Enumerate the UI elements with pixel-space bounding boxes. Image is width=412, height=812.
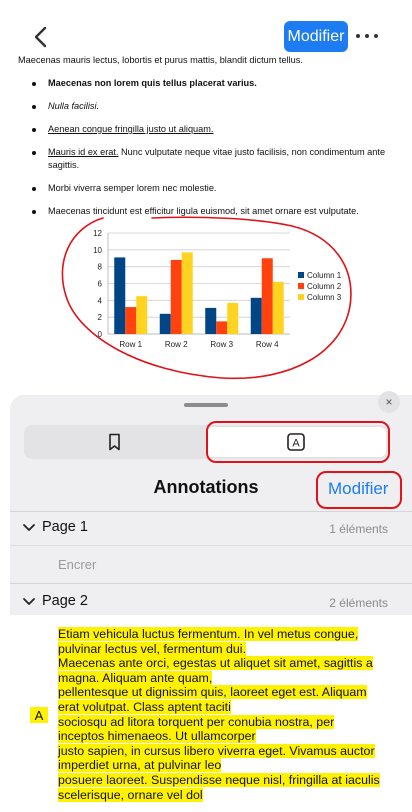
y-tick-label: 10: [93, 246, 102, 255]
doc-bullet-underlined: Mauris id ex erat.: [48, 147, 119, 157]
highlighted-line: magna. Aliquam ante quam,: [58, 670, 213, 685]
doc-bullet-list: Maecenas non lorem quis tellus placerat …: [18, 77, 398, 218]
y-tick-label: 0: [98, 330, 103, 339]
bookmarks-icon: [109, 433, 120, 451]
doc-bullet: Morbi viverra semper lorem nec molestie.: [18, 182, 398, 195]
bar: [205, 307, 217, 334]
close-icon[interactable]: ×: [378, 391, 400, 413]
bar: [114, 257, 126, 334]
document-content: Maecenas mauris lectus, lobortis et puru…: [18, 54, 398, 218]
x-tick-label: Row 3: [210, 340, 233, 349]
back-chevron-icon[interactable]: [30, 24, 52, 50]
top-bar: Modifier: [0, 0, 412, 58]
modify-button[interactable]: Modifier: [284, 21, 348, 52]
highlighted-line: imperdiet urna, at pulvinar leo: [58, 758, 222, 773]
x-tick-label: Row 4: [256, 340, 279, 349]
highlighted-line: posuere laoreet. Suspendisse neque nisl,…: [58, 772, 380, 787]
doc-paragraph: Maecenas mauris lectus, lobortis et puru…: [18, 55, 303, 65]
doc-bullet: Nulla facilisi.: [18, 100, 398, 113]
legend-swatch: [298, 272, 304, 278]
highlighted-line: Etiam vehicula luctus fermentum. In vel …: [58, 627, 359, 641]
page-section-count: 2 éléments: [329, 596, 388, 610]
y-tick-label: 4: [98, 296, 103, 305]
y-tick-label: 12: [93, 229, 102, 238]
doc-bullet: Aenean congue fringilla justo ut aliquam…: [18, 123, 398, 136]
annotation-item-highlight[interactable]: A Etiam vehicula luctus fermentum. In ve…: [10, 615, 412, 812]
doc-bullet: Maecenas non lorem quis tellus placerat …: [18, 77, 398, 90]
highlighted-line: justo sapien, in cursus libero viverra e…: [58, 743, 375, 758]
bar: [250, 297, 262, 334]
tab-bookmarks[interactable]: [24, 425, 206, 459]
bar: [136, 296, 148, 334]
bar: [227, 302, 239, 334]
legend-label: Column 1: [307, 271, 342, 280]
highlighted-line: inceptos himenaeos. Ut ullamcorper: [58, 729, 256, 744]
bar-chart: 0 2 4 6 8 10 12 Row 1 Row 2 Row 3 Row 4 Column 1 Col…: [58, 220, 358, 360]
callout-box-annotations-tab: [206, 421, 390, 463]
highlighted-text: Etiam vehicula luctus fermentum. In vel …: [58, 627, 398, 802]
legend-label: Column 2: [307, 282, 342, 291]
bar: [125, 307, 137, 334]
divider: [10, 511, 412, 512]
bar-chart-svg: 0 2 4 6 8 10 12 Row 1 Row 2 Row 3 Row 4 Column 1 Col…: [93, 229, 342, 349]
doc-bullet: Mauris id ex erat. Nunc vulputate neque …: [18, 146, 398, 172]
page-section-count: 1 éléments: [329, 522, 388, 536]
doc-bullet: Maecenas tincidunt est efficitur ligula …: [18, 205, 398, 218]
legend-label: Column 3: [307, 293, 342, 302]
page-section-label[interactable]: Page 2: [42, 593, 88, 609]
legend-swatch: [298, 283, 304, 289]
y-tick-label: 6: [98, 280, 103, 289]
bar: [216, 321, 228, 334]
chevron-down-icon[interactable]: [22, 523, 36, 533]
callout-box-modify: [316, 471, 402, 509]
legend-swatch: [298, 294, 304, 300]
page-section-label[interactable]: Page 1: [42, 519, 88, 535]
bar: [272, 281, 284, 334]
bar: [170, 259, 182, 334]
x-tick-label: Row 2: [165, 340, 188, 349]
annotation-item-ink[interactable]: Encrer: [58, 557, 96, 572]
sheet-drag-handle[interactable]: [184, 403, 228, 407]
y-tick-label: 8: [98, 263, 103, 272]
x-tick-label: Row 1: [119, 340, 142, 349]
highlighted-line: pulvinar lectus vel, fermentum dui.: [58, 641, 247, 656]
bar: [261, 258, 273, 334]
highlighted-line: scelerisque, ornare vel dol: [58, 787, 203, 802]
annotations-panel: × A Annotations Modifier Page 1 1 élémen…: [10, 391, 412, 812]
text-annotation-marker: A: [30, 707, 48, 723]
highlighted-line: pellentesque ut dignissim quis, laoreet …: [58, 685, 367, 700]
highlighted-line: Maecenas ante orci, egestas ut aliquet s…: [58, 656, 373, 671]
bar: [159, 313, 171, 334]
highlighted-line: erat volutpat. Class aptent taciti: [58, 699, 231, 714]
divider: [10, 545, 412, 546]
highlighted-line: sociosqu ad litora torquent per conubia …: [58, 714, 335, 729]
doc-bullet-text: Aenean congue fringilla justo ut aliquam…: [48, 124, 214, 134]
bar: [181, 252, 193, 334]
divider: [10, 583, 412, 584]
y-tick-label: 2: [98, 313, 103, 322]
chevron-down-icon[interactable]: [22, 597, 36, 607]
more-options-icon[interactable]: [352, 22, 382, 50]
